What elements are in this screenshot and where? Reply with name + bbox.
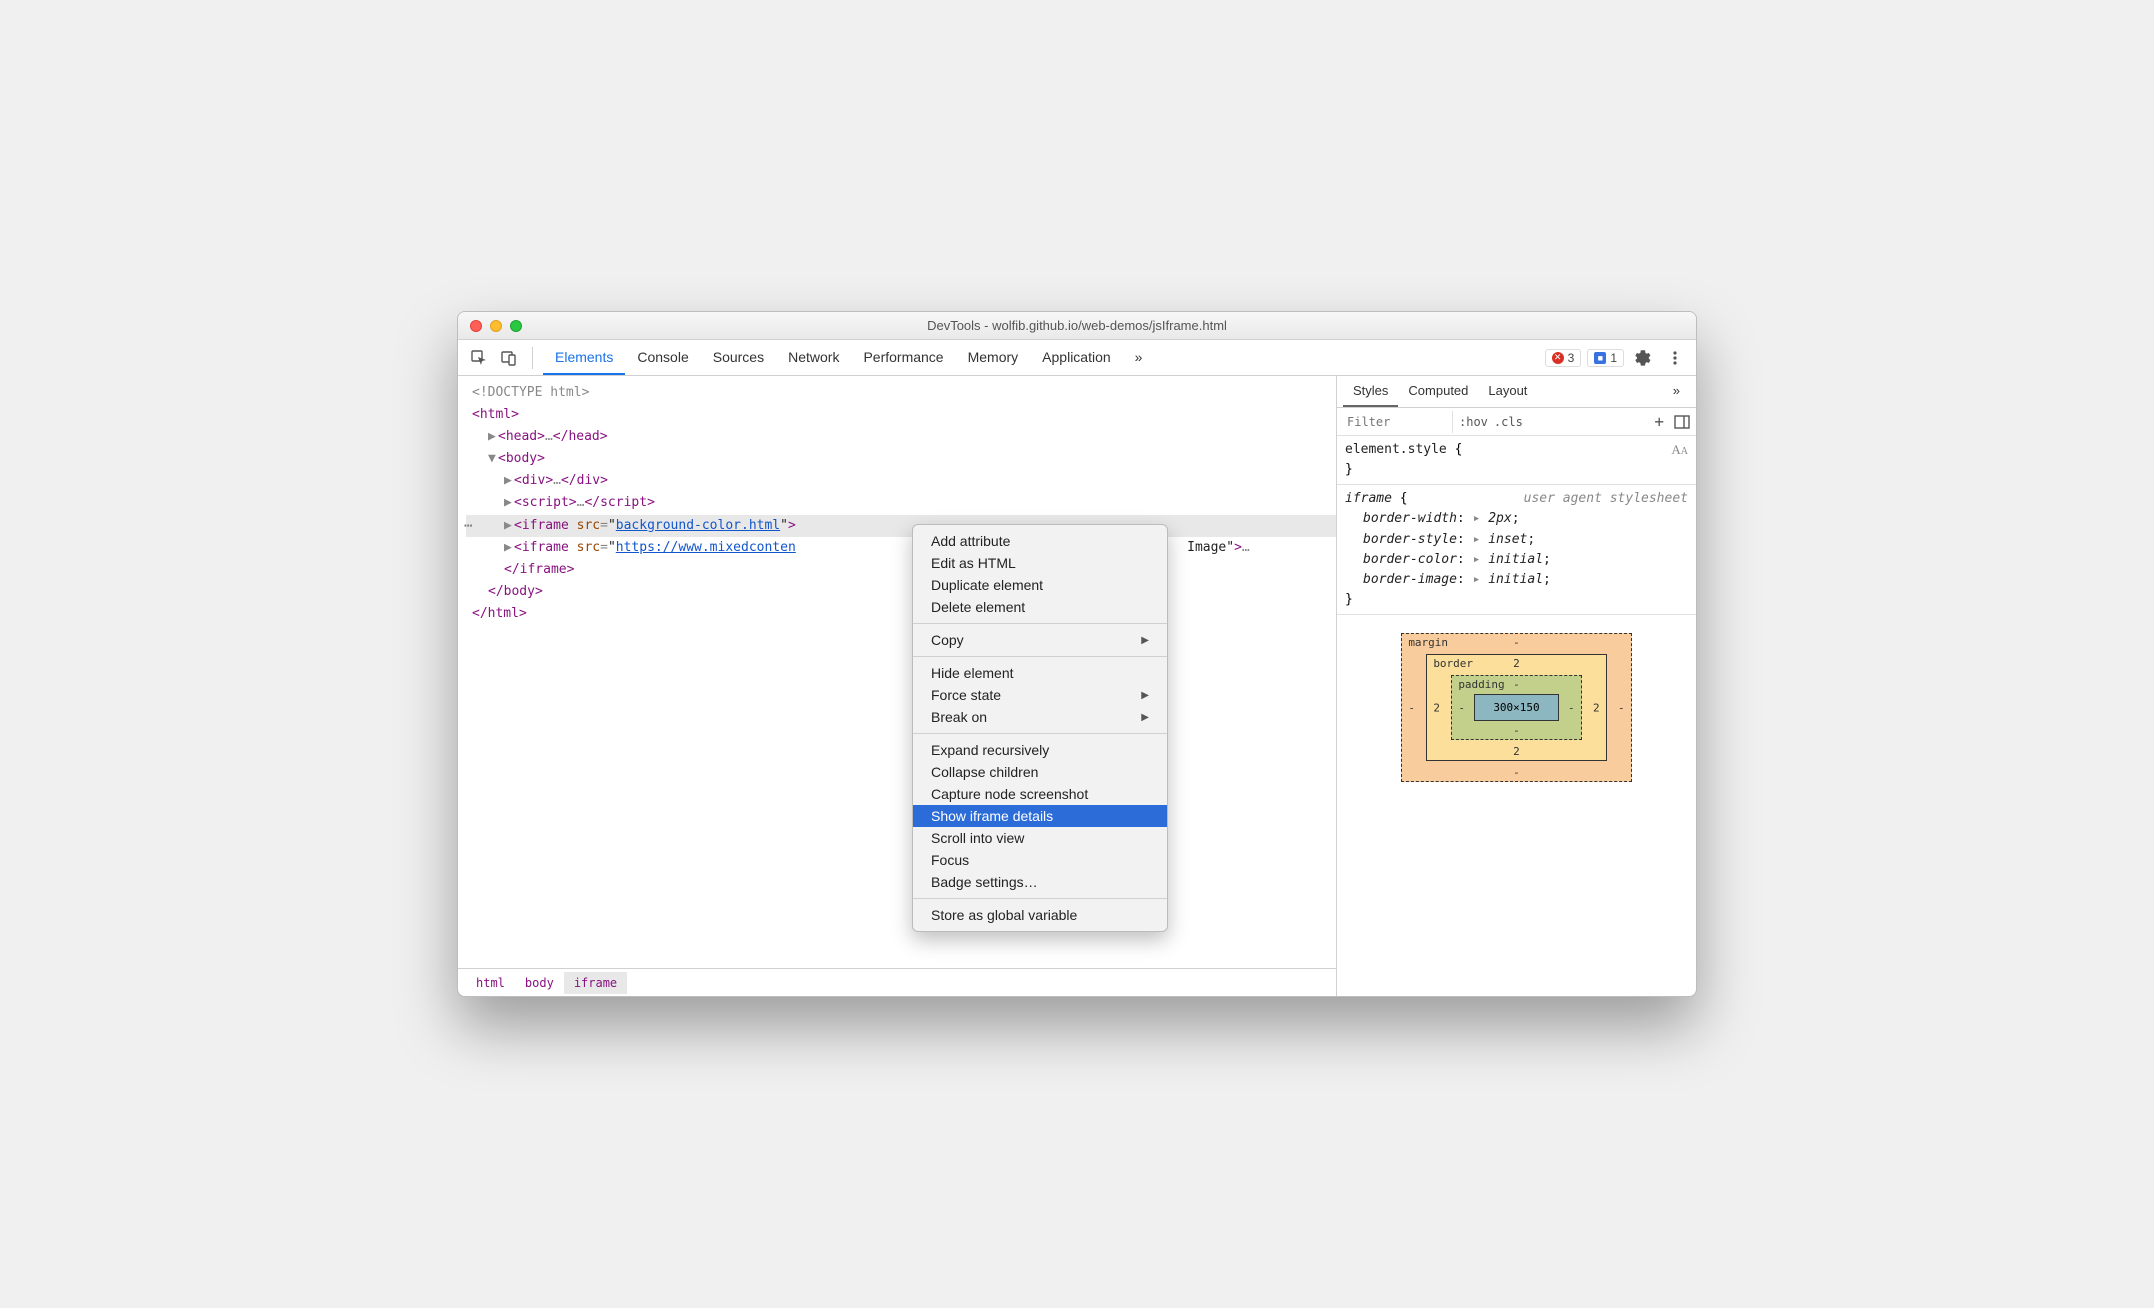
box-model[interactable]: margin - - - - border 2 2 2 2 padding - <box>1337 615 1696 800</box>
ctx-add-attribute[interactable]: Add attribute <box>913 530 1167 552</box>
ctx-show-iframe-details[interactable]: Show iframe details <box>913 805 1167 827</box>
crumb-html[interactable]: html <box>466 972 515 994</box>
ptab-layout[interactable]: Layout <box>1478 376 1537 407</box>
bm-padding-right: - <box>1568 701 1575 714</box>
dom-iframe-2-close[interactable]: </iframe> <box>466 559 1336 581</box>
ctx-separator <box>913 656 1167 657</box>
dom-body-open[interactable]: ▼<body> <box>466 448 1336 470</box>
inspect-element-icon[interactable] <box>466 345 492 371</box>
issues-count: 1 <box>1610 351 1617 365</box>
bm-margin-left: - <box>1408 701 1415 714</box>
tab-elements[interactable]: Elements <box>543 340 625 375</box>
ctx-force-state[interactable]: Force state <box>913 684 1167 706</box>
dom-div[interactable]: ▶<div>…</div> <box>466 470 1336 492</box>
more-icon[interactable] <box>1662 345 1688 371</box>
issue-icon: ■ <box>1594 352 1606 364</box>
errors-count: 3 <box>1568 351 1575 365</box>
ptab-styles[interactable]: Styles <box>1343 376 1398 407</box>
error-icon: ✕ <box>1552 352 1564 364</box>
styles-tabs: Styles Computed Layout » <box>1337 376 1696 408</box>
dom-head[interactable]: ▶<head>…</head> <box>466 426 1336 448</box>
dom-doctype: <!DOCTYPE html> <box>466 382 1336 404</box>
bm-margin-top: - <box>1513 636 1520 649</box>
dom-iframe-selected[interactable]: ▶<iframe src="background-color.html"> <box>466 515 1336 537</box>
bm-content: 300×150 <box>1474 694 1558 721</box>
dom-html-close[interactable]: </html> <box>466 603 1336 625</box>
ctx-store-global[interactable]: Store as global variable <box>913 904 1167 926</box>
ptab-overflow[interactable]: » <box>1663 376 1690 407</box>
ctx-scroll-into-view[interactable]: Scroll into view <box>913 827 1167 849</box>
main-toolbar: Elements Console Sources Network Perform… <box>458 340 1696 376</box>
ctx-duplicate-element[interactable]: Duplicate element <box>913 574 1167 596</box>
titlebar: DevTools - wolfib.github.io/web-demos/js… <box>458 312 1696 340</box>
ctx-focus[interactable]: Focus <box>913 849 1167 871</box>
hov-toggle[interactable]: :hov <box>1459 415 1488 429</box>
bm-border-top: 2 <box>1513 657 1520 670</box>
device-toolbar-icon[interactable] <box>496 345 522 371</box>
dom-script[interactable]: ▶<script>…</script> <box>466 492 1336 514</box>
devtools-window: DevTools - wolfib.github.io/web-demos/js… <box>457 311 1697 997</box>
tab-sources[interactable]: Sources <box>701 340 776 375</box>
bm-padding-bottom: - <box>1513 724 1520 737</box>
bm-border-left: 2 <box>1433 701 1440 714</box>
bm-padding-left: - <box>1458 701 1465 714</box>
dom-body-close[interactable]: </body> <box>466 581 1336 603</box>
ctx-separator <box>913 898 1167 899</box>
ctx-delete-element[interactable]: Delete element <box>913 596 1167 618</box>
errors-badge[interactable]: ✕ 3 <box>1545 349 1582 367</box>
bm-margin-label: margin <box>1408 636 1448 649</box>
new-style-rule-icon[interactable]: + <box>1654 412 1664 431</box>
styles-filter-bar: :hov .cls + <box>1337 408 1696 436</box>
ctx-badge-settings[interactable]: Badge settings… <box>913 871 1167 893</box>
ctx-collapse-children[interactable]: Collapse children <box>913 761 1167 783</box>
toolbar-separator <box>532 347 533 369</box>
ctx-separator <box>913 733 1167 734</box>
bm-padding-label: padding <box>1458 678 1504 691</box>
breadcrumb: html body iframe <box>458 968 1336 996</box>
settings-icon[interactable] <box>1630 345 1656 371</box>
styles-filter-input[interactable] <box>1343 411 1453 433</box>
issues-badge[interactable]: ■ 1 <box>1587 349 1624 367</box>
tab-memory[interactable]: Memory <box>956 340 1031 375</box>
tabs-overflow[interactable]: » <box>1123 340 1155 375</box>
bm-border-label: border <box>1433 657 1473 670</box>
window-title: DevTools - wolfib.github.io/web-demos/js… <box>458 318 1696 333</box>
font-size-icon[interactable]: AA <box>1671 440 1688 460</box>
ua-iframe-rule[interactable]: iframe {user agent stylesheet border-wid… <box>1337 485 1696 615</box>
styles-pane: Styles Computed Layout » :hov .cls + ele… <box>1336 376 1696 996</box>
dom-iframe-2[interactable]: ▶<iframe src="https://www.mixedconten Im… <box>466 537 1336 559</box>
toggle-sidebar-icon[interactable] <box>1674 415 1690 429</box>
dom-tree[interactable]: <!DOCTYPE html> <html> ▶<head>…</head> ▼… <box>458 376 1336 968</box>
tab-console[interactable]: Console <box>625 340 700 375</box>
ctx-edit-as-html[interactable]: Edit as HTML <box>913 552 1167 574</box>
bm-border-bottom: 2 <box>1513 745 1520 758</box>
bm-margin-bottom: - <box>1513 766 1520 779</box>
ctx-copy[interactable]: Copy <box>913 629 1167 651</box>
ctx-break-on[interactable]: Break on <box>913 706 1167 728</box>
ctx-separator <box>913 623 1167 624</box>
ptab-computed[interactable]: Computed <box>1398 376 1478 407</box>
ctx-capture-node-screenshot[interactable]: Capture node screenshot <box>913 783 1167 805</box>
tab-network[interactable]: Network <box>776 340 851 375</box>
crumb-body[interactable]: body <box>515 972 564 994</box>
dom-html-open[interactable]: <html> <box>466 404 1336 426</box>
bm-border-right: 2 <box>1593 701 1600 714</box>
crumb-iframe[interactable]: iframe <box>564 972 627 994</box>
ctx-hide-element[interactable]: Hide element <box>913 662 1167 684</box>
cls-toggle[interactable]: .cls <box>1494 415 1523 429</box>
context-menu: Add attribute Edit as HTML Duplicate ele… <box>912 524 1168 932</box>
bm-padding-top: - <box>1513 678 1520 691</box>
element-style-rule[interactable]: element.style {AA } <box>1337 436 1696 485</box>
bm-margin-right: - <box>1618 701 1625 714</box>
main-tabs: Elements Console Sources Network Perform… <box>543 340 1154 375</box>
tab-application[interactable]: Application <box>1030 340 1123 375</box>
elements-panel: <!DOCTYPE html> <html> ▶<head>…</head> ▼… <box>458 376 1336 996</box>
ctx-expand-recursively[interactable]: Expand recursively <box>913 739 1167 761</box>
tab-performance[interactable]: Performance <box>851 340 955 375</box>
